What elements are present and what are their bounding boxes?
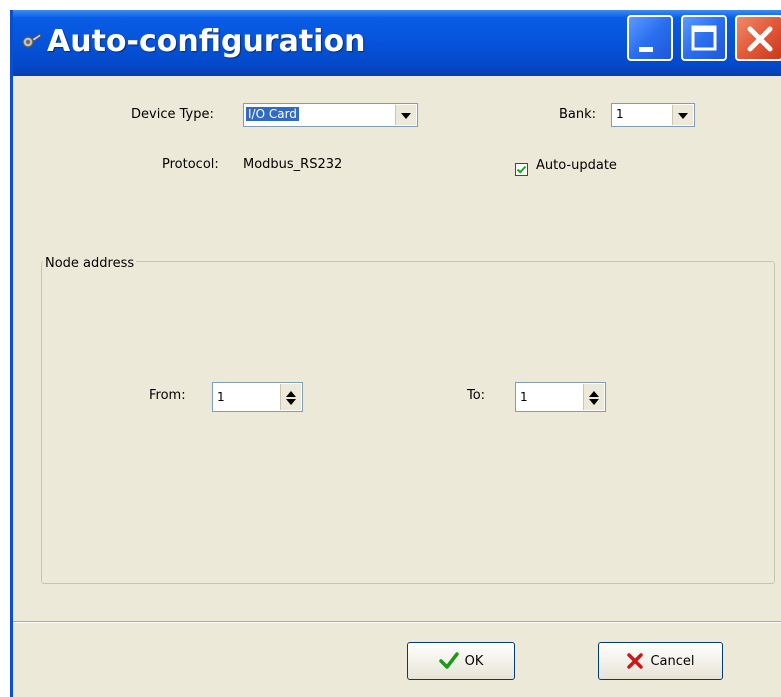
ok-button[interactable]: OK bbox=[407, 642, 515, 680]
auto-update-checkbox[interactable] bbox=[515, 161, 528, 176]
x-icon bbox=[627, 653, 644, 669]
protocol-label: Protocol: bbox=[162, 157, 219, 172]
maximize-button[interactable] bbox=[681, 15, 727, 61]
auto-update-label[interactable]: Auto-update bbox=[536, 158, 617, 173]
spin-arrows-icon[interactable] bbox=[583, 384, 604, 410]
cancel-label: Cancel bbox=[650, 653, 695, 669]
close-icon bbox=[747, 26, 773, 52]
bank-select[interactable]: 1 bbox=[611, 103, 695, 127]
title-bar[interactable]: Auto-configuration bbox=[13, 10, 781, 76]
wrench-gear-icon bbox=[19, 30, 43, 54]
to-spinner[interactable]: 1 bbox=[515, 382, 606, 412]
device-type-value: I/O Card bbox=[246, 107, 299, 121]
maximize-icon bbox=[691, 25, 717, 51]
from-spinner[interactable]: 1 bbox=[212, 382, 303, 412]
node-address-title: Node address bbox=[43, 256, 137, 271]
bank-label: Bank: bbox=[559, 107, 597, 122]
minimize-button[interactable] bbox=[627, 15, 673, 61]
protocol-value: Modbus_RS232 bbox=[243, 157, 343, 172]
auto-configuration-dialog: Auto-configuration Device Type: I/O Card… bbox=[10, 10, 781, 697]
chevron-down-icon[interactable] bbox=[395, 105, 416, 125]
node-address-group bbox=[41, 261, 775, 584]
bank-value: 1 bbox=[616, 107, 624, 121]
checkmark-icon bbox=[515, 163, 528, 176]
from-value: 1 bbox=[217, 390, 225, 404]
device-type-select[interactable]: I/O Card bbox=[243, 103, 418, 127]
checkmark-icon bbox=[438, 652, 459, 669]
to-value: 1 bbox=[520, 390, 528, 404]
close-button[interactable] bbox=[735, 15, 781, 61]
cancel-button[interactable]: Cancel bbox=[598, 642, 723, 680]
device-type-label: Device Type: bbox=[131, 107, 214, 122]
from-label: From: bbox=[149, 388, 186, 403]
minimize-icon bbox=[639, 47, 653, 52]
ok-label: OK bbox=[464, 653, 484, 669]
chevron-down-icon[interactable] bbox=[672, 105, 693, 125]
to-label: To: bbox=[467, 388, 486, 403]
separator bbox=[13, 621, 781, 623]
spin-arrows-icon[interactable] bbox=[280, 384, 301, 410]
window-title: Auto-configuration bbox=[47, 24, 366, 59]
